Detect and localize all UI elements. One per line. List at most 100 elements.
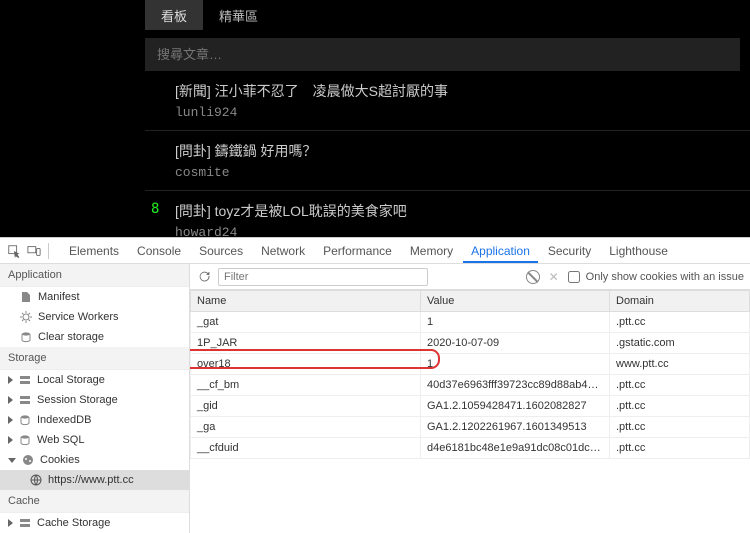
- devtools-tab-lighthouse[interactable]: Lighthouse: [601, 238, 676, 263]
- chevron-right-icon: [8, 436, 13, 444]
- post-author: cosmite: [175, 165, 740, 180]
- sidebar-item-cookies[interactable]: Cookies: [0, 450, 189, 470]
- table-row[interactable]: _ga GA1.2.1202261967.1601349513 .ptt.cc: [191, 417, 750, 438]
- sidebar-item-indexeddb[interactable]: IndexedDB: [0, 410, 189, 430]
- table-row[interactable]: 1P_JAR 2020-10-07-09 .gstatic.com: [191, 333, 750, 354]
- col-name[interactable]: Name: [191, 291, 421, 312]
- device-toggle-icon[interactable]: [26, 243, 42, 259]
- cookie-domain: www.ptt.cc: [610, 354, 750, 375]
- devtools-panel: Elements Console Sources Network Perform…: [0, 237, 750, 533]
- chevron-down-icon: [8, 458, 16, 463]
- label: Cookies: [40, 454, 80, 466]
- cookie-domain: .ptt.cc: [610, 396, 750, 417]
- col-domain[interactable]: Domain: [610, 291, 750, 312]
- chevron-right-icon: [8, 396, 13, 404]
- cookie-name: _ga: [191, 417, 421, 438]
- devtools-top-tabs: Elements Console Sources Network Perform…: [0, 238, 750, 264]
- cookie-value: 40d37e6963fff39723cc89d88ab4625219474977…: [421, 375, 610, 396]
- storage-icon: [19, 374, 31, 386]
- cookies-pane: ✕ Only show cookies with an issue Name V…: [190, 264, 750, 533]
- cookie-value: d4e6181bc48e1e9a91dc08c01dc9de9541601349…: [421, 438, 610, 459]
- cookie-name: 1P_JAR: [191, 333, 421, 354]
- sidebar-group-application: Application: [0, 264, 189, 287]
- database-icon: [19, 434, 31, 446]
- cookies-table: Name Value Domain _gat 1 .ptt.cc 1P_JAR: [190, 290, 750, 459]
- database-icon: [20, 331, 32, 343]
- label: IndexedDB: [37, 414, 91, 426]
- label: https://www.ptt.cc: [48, 474, 134, 486]
- table-row-highlighted[interactable]: over18 1 www.ptt.cc: [191, 354, 750, 375]
- cookie-name: over18: [191, 354, 421, 375]
- post-item[interactable]: 8 [問卦] toyz才是被LOL耽誤的美食家吧 howard24: [145, 191, 740, 237]
- post-title: [新聞] 汪小菲不忍了 凌晨做大S超討厭的事: [175, 81, 740, 101]
- filter-input[interactable]: [218, 268, 428, 286]
- gear-icon: [20, 311, 32, 323]
- devtools-tab-sources[interactable]: Sources: [191, 238, 251, 263]
- cookie-value: 1: [421, 312, 610, 333]
- search-input[interactable]: [145, 38, 740, 71]
- globe-icon: [30, 474, 42, 486]
- delete-icon[interactable]: ✕: [546, 269, 562, 285]
- devtools-tab-network[interactable]: Network: [253, 238, 313, 263]
- sidebar-item-local-storage[interactable]: Local Storage: [0, 370, 189, 390]
- only-issues-label: Only show cookies with an issue: [586, 271, 744, 283]
- cookie-value: GA1.2.1059428471.1602082827: [421, 396, 610, 417]
- cookie-domain: .ptt.cc: [610, 438, 750, 459]
- cookie-name: __cfduid: [191, 438, 421, 459]
- chevron-right-icon: [8, 416, 13, 424]
- storage-icon: [19, 517, 31, 529]
- refresh-icon[interactable]: [196, 269, 212, 285]
- post-title: [問卦] toyz才是被LOL耽誤的美食家吧: [175, 201, 740, 221]
- devtools-tab-security[interactable]: Security: [540, 238, 599, 263]
- devtools-tab-console[interactable]: Console: [129, 238, 189, 263]
- ptt-page: 看板 精華區 [新聞] 汪小菲不忍了 凌晨做大S超討厭的事 lunli924 […: [0, 0, 750, 237]
- sidebar-cookie-origin[interactable]: https://www.ptt.cc: [0, 470, 189, 490]
- ptt-tabs: 看板 精華區: [145, 0, 740, 30]
- storage-icon: [19, 394, 31, 406]
- sidebar-group-storage: Storage: [0, 347, 189, 370]
- sidebar-item-clear-storage[interactable]: Clear storage: [0, 327, 189, 347]
- cookie-domain: .ptt.cc: [610, 312, 750, 333]
- post-title: [問卦] 鑄鐵鍋 好用嗎？: [175, 141, 740, 161]
- chevron-right-icon: [8, 519, 13, 527]
- label: Cache Storage: [37, 517, 110, 529]
- label: Local Storage: [37, 374, 105, 386]
- table-row[interactable]: _gat 1 .ptt.cc: [191, 312, 750, 333]
- devtools-tab-memory[interactable]: Memory: [402, 238, 461, 263]
- cookie-icon: [22, 454, 34, 466]
- tab-digest[interactable]: 精華區: [203, 0, 274, 30]
- sidebar-item-cache-storage[interactable]: Cache Storage: [0, 513, 189, 533]
- label: Web SQL: [37, 434, 85, 446]
- label: Manifest: [38, 291, 80, 303]
- chevron-right-icon: [8, 376, 13, 384]
- table-row[interactable]: _gid GA1.2.1059428471.1602082827 .ptt.cc: [191, 396, 750, 417]
- cookie-value: 2020-10-07-09: [421, 333, 610, 354]
- cookies-toolbar: ✕ Only show cookies with an issue: [190, 264, 750, 290]
- cookie-name: __cf_bm: [191, 375, 421, 396]
- table-header-row: Name Value Domain: [191, 291, 750, 312]
- only-issues-checkbox[interactable]: [568, 271, 580, 283]
- cookie-name: _gid: [191, 396, 421, 417]
- table-row[interactable]: __cfduid d4e6181bc48e1e9a91dc08c01dc9de9…: [191, 438, 750, 459]
- table-row[interactable]: __cf_bm 40d37e6963fff39723cc89d88ab46252…: [191, 375, 750, 396]
- label: Session Storage: [37, 394, 118, 406]
- post-score: 8: [151, 201, 159, 217]
- cookie-domain: .ptt.cc: [610, 417, 750, 438]
- cookie-domain: .ptt.cc: [610, 375, 750, 396]
- col-value[interactable]: Value: [421, 291, 610, 312]
- sidebar-item-service-workers[interactable]: Service Workers: [0, 307, 189, 327]
- sidebar-item-manifest[interactable]: Manifest: [0, 287, 189, 307]
- inspect-icon[interactable]: [6, 243, 22, 259]
- sidebar-item-session-storage[interactable]: Session Storage: [0, 390, 189, 410]
- post-item[interactable]: [新聞] 汪小菲不忍了 凌晨做大S超討厭的事 lunli924: [145, 71, 740, 130]
- label: Clear storage: [38, 331, 104, 343]
- clear-icon[interactable]: [526, 270, 540, 284]
- label: Service Workers: [38, 311, 118, 323]
- devtools-tab-elements[interactable]: Elements: [61, 238, 127, 263]
- tab-board[interactable]: 看板: [145, 0, 203, 30]
- database-icon: [19, 414, 31, 426]
- devtools-tab-application[interactable]: Application: [463, 238, 538, 263]
- post-item[interactable]: [問卦] 鑄鐵鍋 好用嗎？ cosmite: [145, 131, 740, 190]
- devtools-tab-performance[interactable]: Performance: [315, 238, 400, 263]
- sidebar-item-web-sql[interactable]: Web SQL: [0, 430, 189, 450]
